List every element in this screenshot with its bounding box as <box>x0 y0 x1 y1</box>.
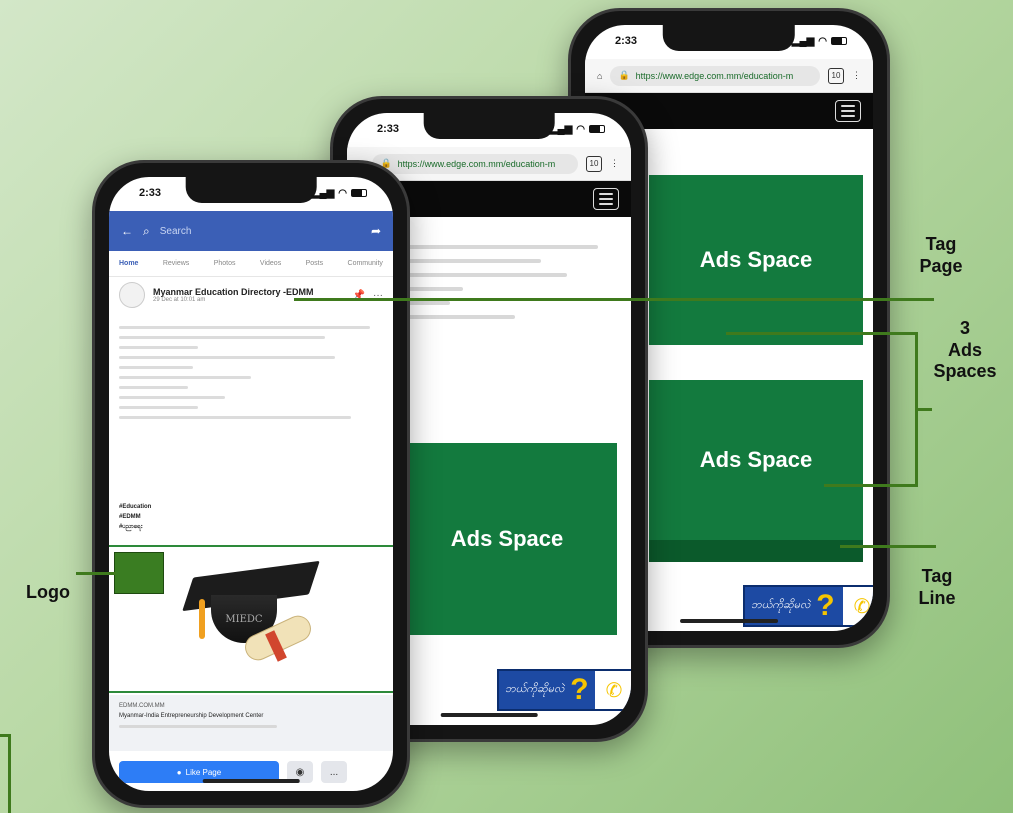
phone-1: 2:33 ▂▄▆ ◠ ← ⌕ Search ➦ Home Reviews Phot… <box>92 160 410 808</box>
graduation-cap-image: MIEDC <box>181 559 321 679</box>
address-bar[interactable]: 🔒 https://www.edge.com.mm/education-m <box>610 65 820 86</box>
ads-space-3[interactable]: Ads Space <box>397 443 617 635</box>
ads-space-label: Ads Space <box>699 247 813 272</box>
hashtag[interactable]: #Education <box>119 502 151 512</box>
ads-space-label: Ads Space <box>450 526 564 551</box>
post-header: Myanmar Education Directory -EDMM 29 Dec… <box>109 277 393 313</box>
lock-icon: 🔒 <box>618 70 630 80</box>
wifi-icon: ◠ <box>576 123 585 135</box>
signal-icon: ▂▄▆ <box>549 123 573 135</box>
ads-space-2[interactable]: Ads Space <box>649 380 863 540</box>
url-text: https://www.edge.com.mm/education-m <box>635 70 794 81</box>
tab-reviews[interactable]: Reviews <box>163 260 189 267</box>
link-domain: EDMM.COM.MM <box>119 703 165 709</box>
more-icon[interactable]: ⋮ <box>852 70 861 81</box>
facebook-tabs: Home Reviews Photos Videos Posts Communi… <box>109 251 393 277</box>
ads-bracket-bottom <box>824 484 918 487</box>
signal-icon: ▂▄▆ <box>311 187 335 199</box>
post-body <box>109 313 393 432</box>
tab-count-icon[interactable]: 10 <box>586 155 602 172</box>
status-bar: 2:33 ▂▄▆ ◠ <box>585 31 873 51</box>
ads-spaces-label: 3 Ads Spaces <box>933 318 997 382</box>
tab-photos[interactable]: Photos <box>214 260 236 267</box>
search-input[interactable]: Search <box>160 226 361 237</box>
logo-placeholder <box>114 552 164 594</box>
status-bar: 2:33 ▂▄▆ ◠ <box>109 183 393 203</box>
ads-bracket-tick <box>918 408 932 411</box>
signal-icon: ▂▄▆ <box>791 35 815 47</box>
page-name[interactable]: Myanmar Education Directory -EDMM <box>153 287 345 297</box>
logo-label: Logo <box>26 582 70 602</box>
phone-1-screen: 2:33 ▂▄▆ ◠ ← ⌕ Search ➦ Home Reviews Phot… <box>109 177 393 791</box>
help-banner[interactable]: ဘယ်ကိုဆိုမလဲ ? ✆ <box>497 669 631 711</box>
question-icon: ? <box>570 673 589 706</box>
messenger-icon: ◉ <box>295 766 305 778</box>
battery-icon <box>831 37 847 45</box>
battery-icon <box>589 125 605 133</box>
question-icon: ? <box>816 589 835 622</box>
logo-line <box>76 572 116 575</box>
link-preview[interactable]: EDMM.COM.MM Myanmar-India Entrepreneursh… <box>109 695 393 751</box>
link-title: Myanmar-India Entrepreneurship Developme… <box>119 713 264 720</box>
tab-community[interactable]: Community <box>348 260 383 267</box>
phone-call-icon[interactable]: ✆ <box>843 587 873 625</box>
menu-icon[interactable] <box>835 100 861 122</box>
hashtags: #Education #EDMM #ပညာရေး <box>119 502 151 533</box>
wifi-icon: ◠ <box>338 187 347 199</box>
like-label: Like Page <box>185 767 222 777</box>
home-icon[interactable]: ⌂ <box>597 71 602 81</box>
tag-page-line <box>294 298 934 301</box>
status-time: 2:33 <box>139 187 162 199</box>
menu-icon[interactable] <box>593 188 619 210</box>
facebook-top-bar: ← ⌕ Search ➦ <box>109 211 393 251</box>
tab-videos[interactable]: Videos <box>260 260 281 267</box>
home-indicator[interactable] <box>202 779 300 783</box>
url-text: https://www.edge.com.mm/education-m <box>397 158 556 169</box>
more-button[interactable]: ... <box>321 761 347 783</box>
ads-space-1[interactable]: Ads Space <box>649 175 863 345</box>
search-icon[interactable]: ⌕ <box>143 224 150 239</box>
hashtag[interactable]: #ပညာရေး <box>119 522 151 532</box>
wifi-icon: ◠ <box>818 35 827 47</box>
tag-line-line <box>840 545 936 548</box>
hashtag[interactable]: #EDMM <box>119 512 151 522</box>
help-banner-text: ဘယ်ကိုဆိုမလဲ <box>505 683 565 695</box>
tag-page-label: Tag Page <box>919 234 963 276</box>
home-indicator[interactable] <box>680 619 778 623</box>
back-arrow-icon[interactable]: ← <box>121 224 133 238</box>
tag-line-label: Tag Line <box>918 566 956 608</box>
more-icon[interactable]: ⋮ <box>610 158 619 169</box>
left-bracket-top <box>0 734 11 737</box>
phone-call-icon[interactable]: ✆ <box>595 671 631 709</box>
status-time: 2:33 <box>615 35 638 47</box>
ads-bracket-top <box>726 332 916 335</box>
home-indicator[interactable] <box>440 713 538 717</box>
share-icon[interactable]: ➦ <box>371 224 381 238</box>
tag-line-bar <box>649 540 863 562</box>
browser-urlbar[interactable]: ⌂ 🔒 https://www.edge.com.mm/education-m … <box>585 59 873 93</box>
help-banner-text: ဘယ်ကိုဆိုမလဲ <box>751 599 811 611</box>
left-bracket-vertical <box>8 734 11 813</box>
address-bar[interactable]: 🔒 https://www.edge.com.mm/education-m <box>372 153 578 174</box>
tab-home[interactable]: Home <box>119 260 138 267</box>
status-time: 2:33 <box>377 123 400 135</box>
tab-count-icon[interactable]: 10 <box>828 67 844 84</box>
avatar[interactable] <box>119 282 145 308</box>
tab-posts[interactable]: Posts <box>306 260 324 267</box>
status-bar: 2:33 ▂▄▆ ◠ <box>347 119 631 139</box>
battery-icon <box>351 189 367 197</box>
ads-space-label: Ads Space <box>699 447 813 472</box>
like-icon: ● <box>176 767 182 777</box>
